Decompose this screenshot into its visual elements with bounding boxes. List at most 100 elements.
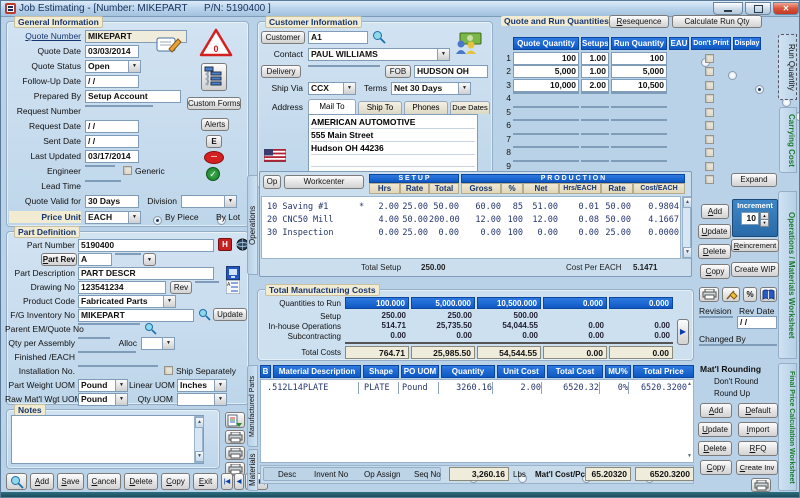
workcenter-column-button[interactable]: Workcenter: [284, 175, 364, 189]
chevron-down-icon[interactable]: ▼: [437, 49, 449, 60]
customers-icon[interactable]: [453, 31, 483, 55]
delivery-button[interactable]: Delivery: [261, 65, 301, 78]
col-net[interactable]: Net: [523, 183, 559, 194]
eau-radio[interactable]: [755, 85, 764, 94]
printer-icon[interactable]: [751, 478, 771, 492]
by-piece-radio[interactable]: [153, 216, 162, 225]
ops-delete-button[interactable]: Delete: [698, 244, 731, 259]
quote-qty-cell[interactable]: 5,000: [513, 65, 579, 78]
dont-print-checkbox[interactable]: [705, 175, 714, 184]
warning-triangle-icon[interactable]: 0: [199, 28, 233, 58]
run-qty-cell[interactable]: [611, 92, 667, 94]
tab-due-dates[interactable]: Due Dates: [450, 101, 490, 114]
close-button[interactable]: ✕: [773, 2, 799, 15]
qty-uom-select[interactable]: ▼: [177, 393, 227, 406]
setups-cell[interactable]: 2.00: [581, 79, 609, 92]
copy-button[interactable]: Copy: [161, 473, 190, 490]
sent-date-field[interactable]: / /: [85, 135, 139, 148]
col-shape[interactable]: Shape: [363, 365, 399, 378]
drawing-rev-field[interactable]: [195, 281, 219, 283]
last-updated-field[interactable]: 03/17/2014: [85, 150, 139, 163]
run-qty-cell[interactable]: 10,500: [611, 79, 667, 92]
next-columns-button[interactable]: ▶: [677, 319, 689, 345]
materials-default-button[interactable]: Default: [738, 403, 778, 418]
printer-icon[interactable]: [225, 446, 245, 460]
search-icon[interactable]: [197, 307, 211, 322]
ops-copy-button[interactable]: Copy: [700, 264, 730, 279]
finished-each-field[interactable]: [78, 351, 136, 353]
request-number-field[interactable]: [85, 105, 153, 107]
col-dont-print[interactable]: Don't Print: [691, 37, 731, 50]
part-rev-dropdown[interactable]: ▼: [143, 253, 156, 266]
chevron-down-icon[interactable]: ▼: [214, 394, 226, 405]
col-mu-pct[interactable]: MU%: [605, 365, 631, 378]
ship-via-select[interactable]: CCX▼: [308, 82, 356, 95]
col-quantity[interactable]: Quantity: [441, 365, 495, 378]
col-quote-quantity[interactable]: Quote Quantity: [513, 37, 579, 50]
revision-field[interactable]: [699, 316, 733, 318]
run-qty-cell[interactable]: [611, 133, 667, 135]
printer-icon[interactable]: [699, 287, 719, 302]
create-wip-button[interactable]: Create WIP: [731, 262, 779, 277]
rev-date-field[interactable]: / /: [737, 316, 777, 329]
dont-print-checkbox[interactable]: [705, 162, 714, 171]
scroll-down-icon[interactable]: ▼: [687, 453, 692, 459]
col-material-description[interactable]: Material Description: [273, 365, 361, 378]
quote-date-field[interactable]: 03/03/2014: [85, 45, 139, 58]
materials-copy-button[interactable]: Copy: [700, 460, 732, 475]
chevron-down-icon[interactable]: ▼: [115, 394, 127, 405]
qty-run-cell[interactable]: 5,000.000: [411, 297, 475, 309]
stamp-icon[interactable]: —: [204, 151, 224, 164]
chevron-down-icon[interactable]: ▼: [214, 380, 226, 391]
dont-print-checkbox[interactable]: [705, 67, 714, 76]
quote-qty-cell[interactable]: [513, 133, 579, 135]
operations-scrollbar[interactable]: ▲ ▼: [682, 196, 691, 259]
col-total-price[interactable]: Total Price: [633, 365, 694, 378]
fob-field[interactable]: HUDSON OH: [414, 65, 488, 78]
notes-scrollbar[interactable]: ▲ ▼: [194, 416, 203, 463]
delivery-field[interactable]: [308, 65, 380, 67]
ship-separately-checkbox[interactable]: [164, 366, 173, 375]
col-hrs-each[interactable]: Hrs/EACH: [559, 183, 601, 194]
quote-qty-cell[interactable]: 10,000: [513, 79, 579, 92]
run-qty-cell[interactable]: [611, 146, 667, 148]
setups-cell[interactable]: [581, 119, 609, 121]
bom-icon[interactable]: [201, 63, 227, 91]
tab-materials[interactable]: Materials: [247, 449, 258, 491]
quote-valid-field[interactable]: 30 Days: [85, 195, 139, 208]
chevron-down-icon[interactable]: ▼: [163, 296, 175, 307]
setups-cell[interactable]: [581, 133, 609, 135]
col-unit-cost[interactable]: Unit Cost: [497, 365, 545, 378]
spinner-down-icon[interactable]: ▼: [760, 220, 769, 227]
update-fg-button[interactable]: Update: [213, 308, 247, 321]
quote-qty-cell[interactable]: 100: [513, 52, 579, 65]
list-icon[interactable]: A: [225, 279, 241, 294]
chevron-down-icon[interactable]: ▼: [458, 83, 470, 94]
increment-field[interactable]: 10: [741, 212, 759, 225]
col-hrs[interactable]: Hrs: [369, 183, 400, 194]
search-button[interactable]: [6, 473, 27, 490]
part-description-field[interactable]: PART DESCR: [78, 267, 214, 280]
nav-first-button[interactable]: |◀: [221, 473, 233, 490]
printer-icon[interactable]: [225, 430, 245, 444]
chevron-down-icon[interactable]: ▼: [128, 212, 140, 223]
reincrement-button[interactable]: Reincrement: [731, 239, 779, 252]
tab-operations[interactable]: Operations: [247, 175, 258, 275]
maximize-button[interactable]: [745, 2, 771, 15]
tab-final-price-worksheet[interactable]: Final Price Calculation Worksheet: [778, 363, 797, 491]
generic-checkbox[interactable]: [123, 166, 132, 175]
rev-button[interactable]: Rev: [170, 281, 192, 294]
setups-cell[interactable]: [581, 92, 609, 94]
dont-print-checkbox[interactable]: [705, 81, 714, 90]
engineer-field[interactable]: [85, 165, 115, 167]
chevron-down-icon[interactable]: ▼: [115, 380, 127, 391]
scroll-up-icon[interactable]: ▲: [687, 381, 692, 387]
materials-delete-button[interactable]: Delete: [698, 441, 732, 456]
fob-button[interactable]: FOB: [385, 65, 411, 78]
document-icon[interactable]: [225, 265, 241, 280]
nav-prev-button[interactable]: ◀: [234, 473, 244, 490]
col-gross[interactable]: Gross: [461, 183, 501, 194]
alloc-select[interactable]: ▼: [141, 337, 175, 350]
setups-cell[interactable]: [581, 106, 609, 108]
run-qty-cell[interactable]: 5,000: [611, 65, 667, 78]
